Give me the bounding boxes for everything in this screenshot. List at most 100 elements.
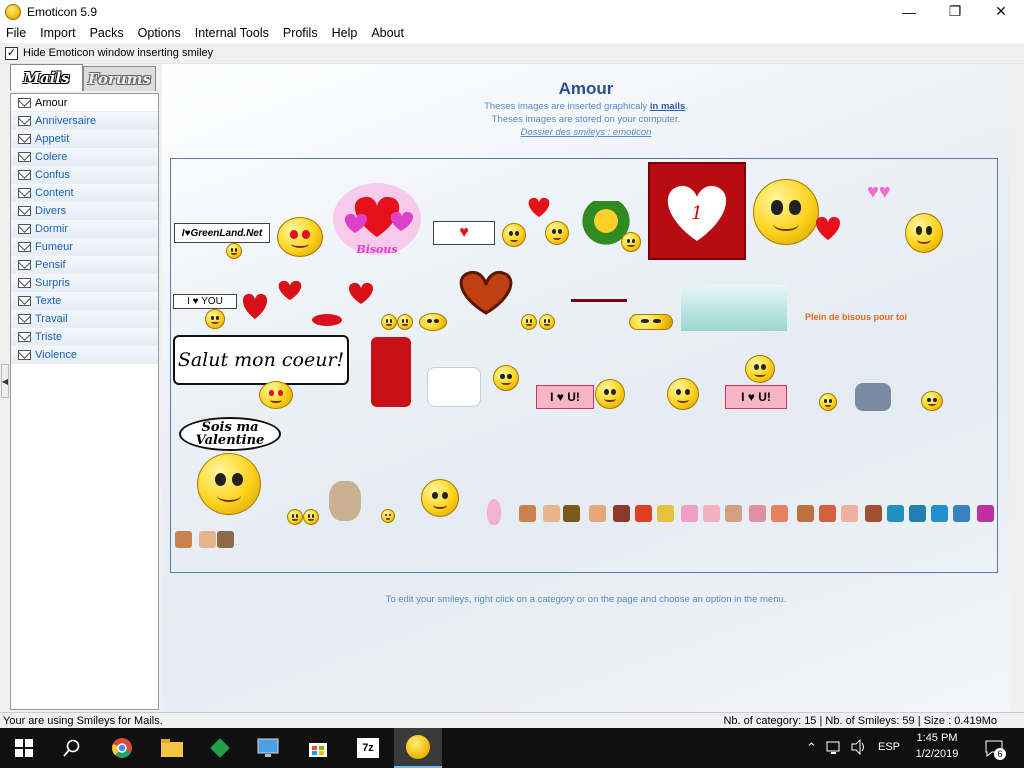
category-item-amour[interactable]: Amour bbox=[11, 94, 158, 112]
i-love-u-sign-smiley[interactable]: I ♥ U! bbox=[725, 385, 787, 409]
balloon-heart-icon[interactable] bbox=[523, 193, 555, 223]
tab-mails[interactable]: Mails bbox=[10, 64, 83, 91]
menu-about[interactable]: About bbox=[364, 26, 411, 40]
smiley[interactable] bbox=[621, 232, 641, 252]
7zip-icon[interactable]: 7z bbox=[356, 736, 380, 760]
maximize-button[interactable]: ❐ bbox=[932, 0, 978, 23]
smiley[interactable] bbox=[303, 509, 319, 525]
tiny-smiley[interactable] bbox=[703, 505, 720, 522]
vertical-scrollbar[interactable] bbox=[1010, 64, 1024, 712]
menu-help[interactable]: Help bbox=[325, 26, 365, 40]
big-heart-smiley[interactable]: 1 bbox=[648, 162, 746, 260]
tiny-smiley[interactable] bbox=[977, 505, 994, 522]
greenland-sign-smiley[interactable]: I♥GreenLand.Net bbox=[174, 223, 270, 243]
smiley[interactable] bbox=[921, 391, 943, 411]
kiss-lips-icon[interactable] bbox=[311, 313, 343, 327]
smiley[interactable] bbox=[667, 378, 699, 410]
groom-smiley[interactable] bbox=[493, 365, 519, 391]
smiley[interactable] bbox=[205, 309, 225, 329]
hug-smiley[interactable] bbox=[855, 383, 891, 411]
heart-smiley[interactable] bbox=[239, 289, 271, 323]
i-love-you-sign-smiley[interactable]: I ♥ YOU bbox=[173, 294, 237, 309]
girl-smiley[interactable] bbox=[502, 223, 526, 247]
heart-glasses-smiley[interactable] bbox=[259, 381, 293, 409]
store-icon[interactable] bbox=[306, 736, 330, 760]
heart-smiley[interactable] bbox=[275, 277, 305, 303]
category-item-pensif[interactable]: Pensif bbox=[11, 256, 158, 274]
valentine-bubble-smiley[interactable]: Sois ma Valentine bbox=[179, 417, 281, 451]
plein-de-bisous-text-smiley[interactable]: Plein de bisous pour toi bbox=[805, 312, 907, 322]
big-smiley-with-heart[interactable] bbox=[753, 179, 819, 245]
tiny-smiley[interactable] bbox=[865, 505, 882, 522]
smiley-group[interactable] bbox=[629, 314, 673, 330]
tiny-smiley[interactable] bbox=[819, 505, 836, 522]
tiny-smiley[interactable] bbox=[749, 505, 766, 522]
tiny-smiley[interactable] bbox=[931, 505, 948, 522]
collapse-panel-button[interactable]: ◀ bbox=[1, 364, 9, 398]
menu-internal-tools[interactable]: Internal Tools bbox=[188, 26, 276, 40]
tiny-smiley[interactable] bbox=[563, 505, 580, 522]
menu-packs[interactable]: Packs bbox=[83, 26, 131, 40]
search-icon[interactable] bbox=[60, 736, 84, 760]
smiley[interactable] bbox=[521, 314, 537, 330]
exclamation-heart-icon[interactable] bbox=[371, 337, 411, 407]
bride-smiley[interactable] bbox=[427, 367, 481, 407]
category-item-violence[interactable]: Violence bbox=[11, 346, 158, 364]
heart-eyes-smiley[interactable] bbox=[277, 217, 323, 257]
category-item-texte[interactable]: Texte bbox=[11, 292, 158, 310]
tray-chevron-up-icon[interactable]: ⌃ bbox=[806, 740, 817, 756]
angel-smiley[interactable] bbox=[905, 213, 943, 253]
close-button[interactable]: ✕ bbox=[978, 0, 1024, 23]
tiny-smiley[interactable] bbox=[635, 505, 652, 522]
menu-file[interactable]: File bbox=[0, 26, 33, 40]
green-app-icon[interactable] bbox=[208, 736, 232, 760]
tiny-smiley[interactable] bbox=[841, 505, 858, 522]
tiny-smiley[interactable] bbox=[175, 531, 192, 548]
smiley[interactable] bbox=[397, 314, 413, 330]
tiny-smiley[interactable] bbox=[797, 505, 814, 522]
tab-forums[interactable]: Forums bbox=[83, 66, 156, 91]
smiley-folder-link[interactable]: Dossier des smileys : emoticon bbox=[162, 127, 1010, 138]
tiny-smiley[interactable] bbox=[519, 505, 536, 522]
tiny-smiley[interactable] bbox=[543, 505, 560, 522]
smiley[interactable] bbox=[595, 379, 625, 409]
category-item-fumeur[interactable]: Fumeur bbox=[11, 238, 158, 256]
smiley[interactable] bbox=[287, 509, 303, 525]
category-item-anniversaire[interactable]: Anniversaire bbox=[11, 112, 158, 130]
language-indicator[interactable]: ESP bbox=[878, 741, 900, 753]
tiny-smiley[interactable] bbox=[217, 531, 234, 548]
tiny-smiley[interactable] bbox=[199, 531, 216, 548]
smiley[interactable] bbox=[539, 314, 555, 330]
file-explorer-icon[interactable] bbox=[160, 736, 184, 760]
tiny-smiley[interactable] bbox=[953, 505, 970, 522]
smiley[interactable] bbox=[226, 243, 242, 259]
tiny-smiley[interactable] bbox=[589, 505, 606, 522]
tiny-smiley[interactable] bbox=[681, 505, 698, 522]
menu-import[interactable]: Import bbox=[33, 26, 82, 40]
in-mails-link[interactable]: in mails bbox=[650, 101, 685, 112]
tiny-smiley[interactable] bbox=[657, 505, 674, 522]
tiny-smiley[interactable] bbox=[613, 505, 630, 522]
shy-smiley[interactable] bbox=[421, 479, 459, 517]
teddy-bear-smiley[interactable] bbox=[329, 481, 361, 521]
smiley[interactable] bbox=[545, 221, 569, 245]
heart-smiley[interactable] bbox=[345, 279, 377, 307]
pink-drop-icon[interactable] bbox=[487, 499, 501, 525]
windows-start-icon[interactable] bbox=[12, 736, 36, 760]
tiny-smiley[interactable] bbox=[887, 505, 904, 522]
smiley[interactable] bbox=[381, 314, 397, 330]
category-item-travail[interactable]: Travail bbox=[11, 310, 158, 328]
tiny-smiley[interactable] bbox=[725, 505, 742, 522]
valentine-smiley[interactable] bbox=[197, 453, 261, 515]
minimize-button[interactable]: — bbox=[886, 0, 932, 23]
category-item-dormir[interactable]: Dormir bbox=[11, 220, 158, 238]
tiny-smiley[interactable] bbox=[771, 505, 788, 522]
tiny-smiley[interactable] bbox=[909, 505, 926, 522]
smiley[interactable] bbox=[819, 393, 837, 411]
monitor-app-icon[interactable] bbox=[256, 736, 280, 760]
heart-sign-smiley[interactable]: ♥ bbox=[433, 221, 495, 245]
category-item-surpris[interactable]: Surpris bbox=[11, 274, 158, 292]
category-item-triste[interactable]: Triste bbox=[11, 328, 158, 346]
menu-options[interactable]: Options bbox=[131, 26, 188, 40]
category-item-content[interactable]: Content bbox=[11, 184, 158, 202]
